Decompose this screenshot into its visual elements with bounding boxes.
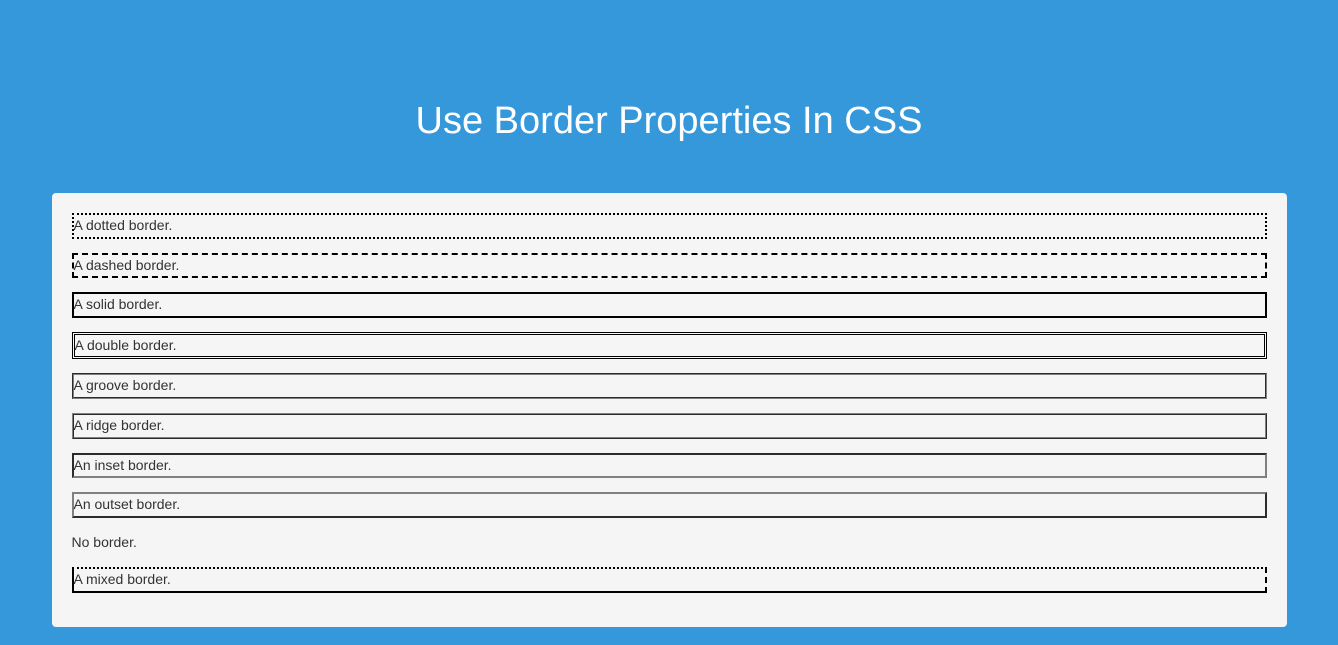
border-examples-panel: A dotted border. A dashed border. A soli…	[52, 193, 1287, 627]
dashed-border-example: A dashed border.	[72, 253, 1267, 279]
mixed-border-example: A mixed border.	[72, 567, 1267, 593]
outset-border-example: An outset border.	[72, 492, 1267, 518]
ridge-border-example: A ridge border.	[72, 413, 1267, 439]
groove-border-example: A groove border.	[72, 373, 1267, 399]
solid-border-example: A solid border.	[72, 292, 1267, 318]
inset-border-example: An inset border.	[72, 453, 1267, 479]
none-border-example: No border.	[72, 532, 1267, 554]
dotted-border-example: A dotted border.	[72, 213, 1267, 239]
double-border-example: A double border.	[72, 332, 1267, 360]
page-title: Use Border Properties In CSS	[416, 100, 923, 143]
